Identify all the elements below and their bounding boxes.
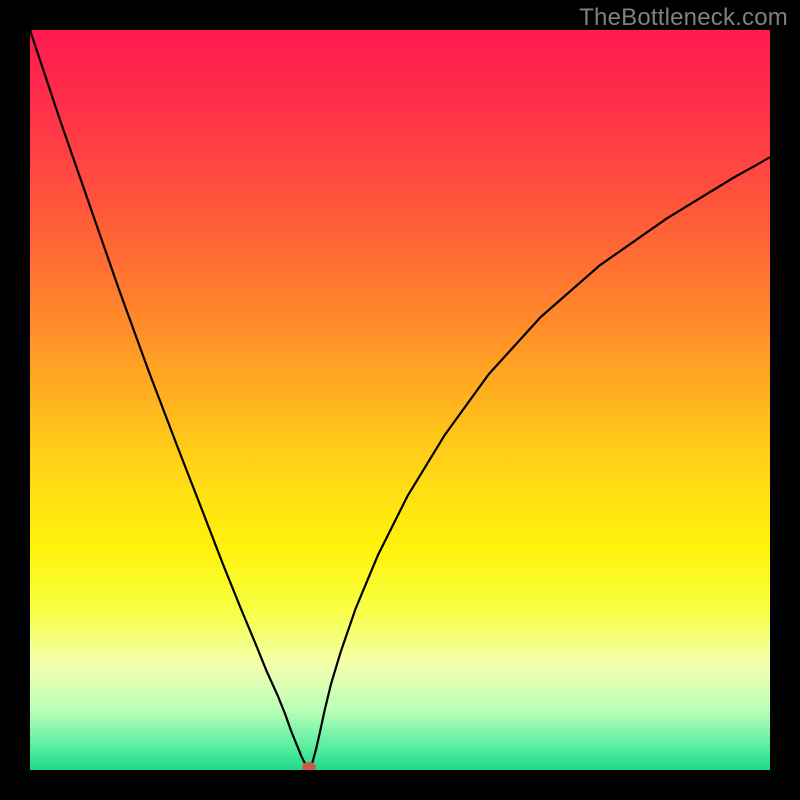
bottleneck-curve [30, 30, 770, 770]
chart-frame: TheBottleneck.com [0, 0, 800, 800]
optimal-point-marker [302, 762, 316, 770]
plot-area [30, 30, 770, 770]
watermark-label: TheBottleneck.com [579, 4, 788, 32]
